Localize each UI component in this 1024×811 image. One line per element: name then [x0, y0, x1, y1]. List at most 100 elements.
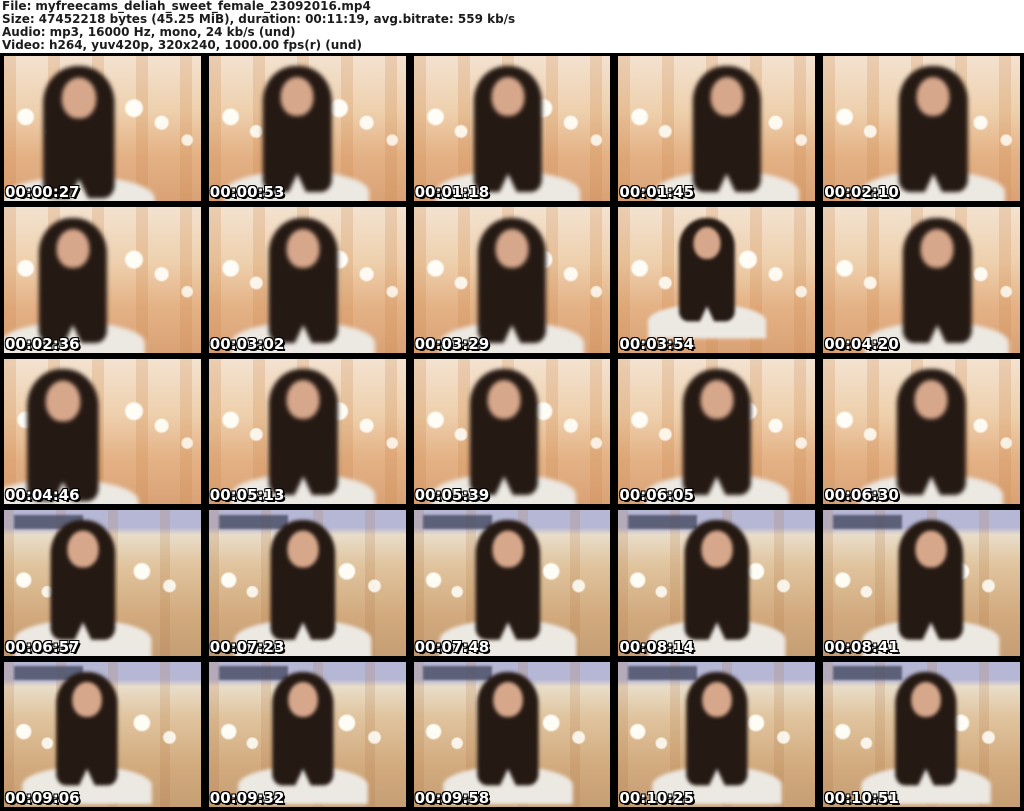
face-shape — [920, 228, 954, 268]
video-frame-placeholder — [208, 358, 406, 505]
face-shape — [710, 77, 744, 117]
timestamp-label: 00:06:05 — [619, 486, 695, 505]
face-shape — [287, 530, 319, 569]
video-frame-placeholder — [3, 358, 201, 505]
timestamp-label: 00:03:02 — [209, 334, 285, 353]
thumbnail-cell: 00:10:25 — [616, 659, 818, 809]
face-shape — [288, 681, 319, 717]
timestamp-label: 00:03:29 — [414, 334, 490, 353]
thumbnail-cell: 00:05:13 — [206, 356, 408, 507]
timestamp-label: 00:00:53 — [209, 183, 285, 202]
face-shape — [495, 228, 529, 268]
timestamp-label: 00:05:39 — [414, 486, 490, 505]
person-silhouette — [21, 671, 152, 804]
timestamp-label: 00:03:54 — [619, 334, 695, 353]
face-shape — [45, 380, 81, 422]
person-silhouette — [443, 671, 573, 804]
face-shape — [487, 380, 521, 420]
timestamp-label: 00:10:25 — [619, 788, 695, 807]
video-label: Video: — [2, 38, 45, 52]
thumbnail-grid: 00:00:27 00:00:53 00:01:18 00:01:45 00:02:10… — [0, 53, 1024, 811]
timestamp-label: 00:04:20 — [824, 334, 899, 353]
size-value: 47452218 bytes (45.25 MiB), duration: 00… — [38, 12, 516, 26]
timestamp-label: 00:02:10 — [824, 183, 899, 202]
video-frame-placeholder — [4, 661, 201, 807]
person-silhouette — [860, 671, 991, 804]
thumbnail-cell: 00:06:30 — [821, 356, 1022, 507]
thumbnail-cell: 00:06:05 — [616, 356, 818, 507]
timestamp-label: 00:01:45 — [619, 183, 695, 202]
face-shape — [910, 681, 941, 717]
video-frame-placeholder — [618, 661, 816, 807]
audio-value: mp3, 16000 Hz, mono, 24 kb/s (und) — [49, 25, 296, 39]
timestamp-label: 00:07:23 — [209, 637, 285, 656]
thumbnail-cell: 00:10:51 — [821, 659, 1022, 809]
timestamp-label: 00:08:41 — [824, 637, 899, 656]
file-metadata-header: File: myfreecams_deliah_sweet_female_2309… — [0, 0, 1024, 53]
video-line: Video: h264, yuv420p, 320x240, 1000.00 fp… — [2, 39, 1024, 52]
person-silhouette — [647, 217, 766, 338]
video-frame-placeholder — [413, 510, 611, 656]
video-frame-placeholder — [208, 510, 406, 656]
timestamp-label: 00:09:32 — [209, 788, 285, 807]
video-frame-placeholder — [823, 510, 1020, 656]
face-shape — [67, 530, 99, 569]
thumbnail-cell: 00:08:41 — [821, 508, 1022, 658]
timestamp-label: 00:05:13 — [209, 486, 285, 505]
thumbnail-cell: 00:05:39 — [411, 356, 613, 507]
face-shape — [915, 530, 948, 569]
video-frame-placeholder — [3, 56, 201, 202]
size-label: Size: — [2, 12, 35, 26]
video-frame-placeholder — [413, 56, 611, 202]
video-frame-placeholder — [208, 207, 406, 353]
thumbnail-cell: 00:04:20 — [821, 205, 1022, 355]
video-frame-placeholder — [823, 207, 1020, 353]
thumbnail-cell: 00:09:58 — [411, 659, 613, 809]
person-silhouette — [14, 520, 152, 656]
thumbnail-cell: 00:00:53 — [206, 54, 408, 204]
face-shape — [61, 77, 97, 119]
face-shape — [491, 77, 525, 117]
thumbnail-cell: 00:03:02 — [206, 205, 408, 355]
timestamp-label: 00:10:51 — [824, 788, 899, 807]
person-silhouette — [439, 520, 577, 656]
face-shape — [916, 77, 950, 117]
video-frame-placeholder — [823, 56, 1020, 202]
video-frame-placeholder — [208, 661, 406, 807]
thumbnail-cell: 00:01:18 — [411, 54, 613, 204]
video-frame-placeholder — [823, 358, 1020, 505]
face-shape — [71, 681, 102, 717]
face-shape — [914, 380, 948, 420]
video-frame-placeholder — [823, 661, 1020, 807]
thumbnail-cell: 00:03:54 — [616, 205, 818, 355]
person-silhouette — [863, 520, 1000, 656]
thumbnail-cell: 00:07:23 — [206, 508, 408, 658]
thumbnail-cell: 00:03:29 — [411, 205, 613, 355]
thumbnail-cell: 00:08:14 — [616, 508, 818, 658]
face-shape — [701, 530, 733, 569]
thumbnail-cell: 00:02:36 — [2, 205, 203, 355]
thumbnail-cell: 00:04:46 — [2, 356, 203, 507]
thumbnail-cell: 00:06:57 — [2, 508, 203, 658]
timestamp-label: 00:02:36 — [5, 334, 80, 353]
video-frame-placeholder — [618, 56, 816, 202]
face-shape — [286, 228, 320, 268]
person-silhouette — [234, 520, 372, 656]
timestamp-label: 00:07:48 — [414, 637, 490, 656]
video-frame-placeholder — [413, 661, 611, 807]
face-shape — [492, 530, 524, 569]
video-frame-placeholder — [208, 56, 406, 202]
video-value: h264, yuv420p, 320x240, 1000.00 fps(r) (… — [48, 38, 362, 52]
video-frame-placeholder — [413, 358, 611, 505]
face-shape — [700, 380, 734, 420]
timestamp-label: 00:01:18 — [414, 183, 490, 202]
face-shape — [701, 681, 732, 717]
thumbnail-cell: 00:01:45 — [616, 54, 818, 204]
face-shape — [280, 77, 314, 117]
thumbnail-cell: 00:07:48 — [411, 508, 613, 658]
thumbnail-cell: 00:09:32 — [206, 659, 408, 809]
person-silhouette — [238, 671, 369, 804]
video-frame-placeholder — [413, 207, 611, 353]
video-frame-placeholder — [3, 207, 201, 353]
video-frame-placeholder — [4, 510, 201, 656]
